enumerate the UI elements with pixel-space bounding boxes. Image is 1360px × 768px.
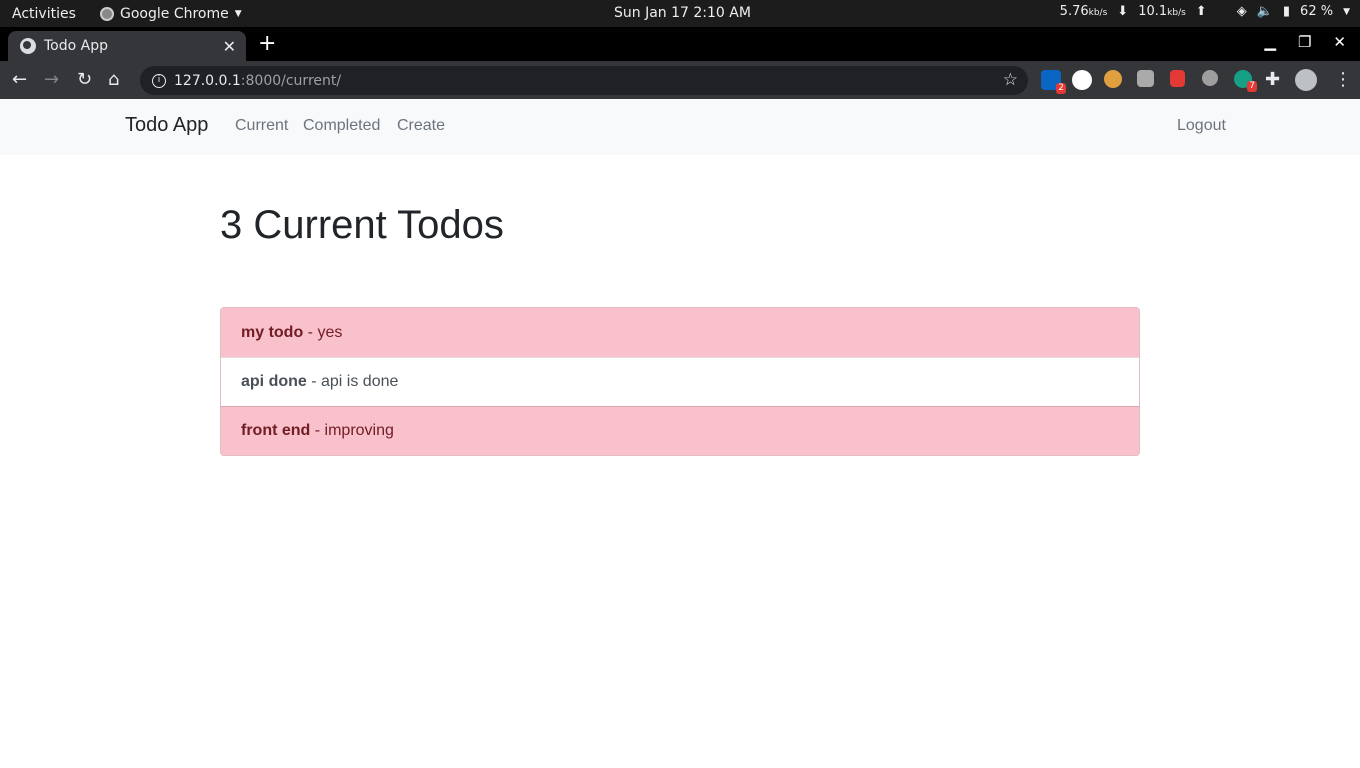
wifi-icon: ◈	[1236, 4, 1247, 19]
app-navbar: Todo App Current Completed Create Logout	[0, 99, 1360, 155]
tab-strip: Todo App ✕ + ▁ ❐ ✕	[0, 27, 1360, 61]
system-tray[interactable]: 5.76kb/s ⬇ 10.1kb/s ⬆ ◈ 🔈 ▮ 62 % ▼	[1060, 4, 1350, 19]
todo-list: my todo - yes api done - api is done fro…	[220, 307, 1140, 456]
todo-item[interactable]: front end - improving	[221, 406, 1139, 455]
puzzle-icon[interactable]: ✚	[1265, 69, 1280, 90]
globe-icon	[20, 38, 36, 54]
reload-icon[interactable]: ↻	[77, 69, 92, 90]
logout-link[interactable]: Logout	[1177, 117, 1226, 135]
clock[interactable]: Sun Jan 17 2:10 AM	[614, 5, 751, 21]
todo-item[interactable]: api done - api is done	[221, 357, 1139, 406]
activities-button[interactable]: Activities	[0, 6, 100, 22]
app-menu[interactable]: Google Chrome ▼	[100, 6, 242, 22]
close-window-icon[interactable]: ✕	[1333, 33, 1346, 51]
gear-extension-icon[interactable]	[1202, 70, 1218, 86]
office-extension-icon[interactable]	[1170, 70, 1185, 87]
back-icon[interactable]: ←	[12, 69, 27, 90]
nav-link-completed[interactable]: Completed	[303, 117, 380, 135]
nav-link-current[interactable]: Current	[235, 117, 288, 135]
todo-description: - yes	[303, 323, 343, 341]
upload-speed: 10.1kb/s	[1138, 4, 1186, 19]
address-bar[interactable]: i 127.0.0.1:8000/current/ ☆	[140, 66, 1028, 95]
battery-level: 62 %	[1300, 4, 1334, 19]
upload-arrow-icon: ⬆	[1195, 4, 1207, 19]
chevron-down-icon: ▼	[234, 8, 242, 19]
download-speed: 5.76kb/s	[1059, 4, 1108, 19]
minimize-icon[interactable]: ▁	[1264, 33, 1276, 51]
todo-description: - api is done	[306, 373, 399, 390]
restore-icon[interactable]: ❐	[1298, 33, 1311, 51]
volume-icon: 🔈	[1256, 4, 1273, 19]
nav-link-create[interactable]: Create	[397, 117, 445, 135]
todo-description: - improving	[310, 422, 394, 439]
profile-avatar-icon[interactable]	[1295, 69, 1317, 91]
linkedin-extension-icon[interactable]: 2	[1041, 70, 1066, 94]
kebab-menu-icon[interactable]: ⋮	[1334, 69, 1352, 90]
forward-icon[interactable]: →	[44, 69, 59, 90]
window-controls: ▁ ❐ ✕	[1264, 33, 1346, 51]
close-icon[interactable]: ✕	[223, 37, 236, 56]
screenshot-extension-icon[interactable]	[1137, 70, 1154, 87]
home-icon[interactable]: ⌂	[108, 69, 119, 90]
page-title: 3 Current Todos	[220, 203, 504, 247]
info-icon[interactable]: i	[152, 73, 166, 88]
battery-icon: ▮	[1282, 4, 1291, 19]
browser-toolbar: ← → ↻ ⌂ i 127.0.0.1:8000/current/ ☆ 2 7 …	[0, 61, 1360, 99]
owl-extension-icon[interactable]	[1104, 70, 1122, 88]
todo-title: my todo	[241, 323, 304, 341]
download-arrow-icon: ⬇	[1117, 4, 1129, 19]
todo-title: front end	[241, 422, 311, 439]
os-top-bar: Activities Google Chrome ▼ Sun Jan 17 2:…	[0, 0, 1360, 27]
chrome-icon	[100, 6, 114, 21]
bookmark-star-icon[interactable]: ☆	[1003, 70, 1018, 90]
todo-title: api done	[241, 373, 307, 390]
new-tab-button[interactable]: +	[258, 31, 276, 56]
navbar-brand[interactable]: Todo App	[125, 114, 208, 137]
tab-title: Todo App	[44, 38, 108, 54]
url-host: 127.0.0.1	[174, 72, 241, 89]
globe-extension-icon[interactable]	[1072, 70, 1092, 90]
app-name: Google Chrome	[120, 5, 229, 22]
chevron-down-icon: ▼	[1343, 6, 1350, 17]
url-path: :8000/current/	[240, 72, 342, 89]
grammar-extension-icon[interactable]: 7	[1234, 70, 1257, 92]
todo-item[interactable]: my todo - yes	[221, 308, 1139, 357]
tab-todo-app[interactable]: Todo App ✕	[8, 31, 246, 61]
